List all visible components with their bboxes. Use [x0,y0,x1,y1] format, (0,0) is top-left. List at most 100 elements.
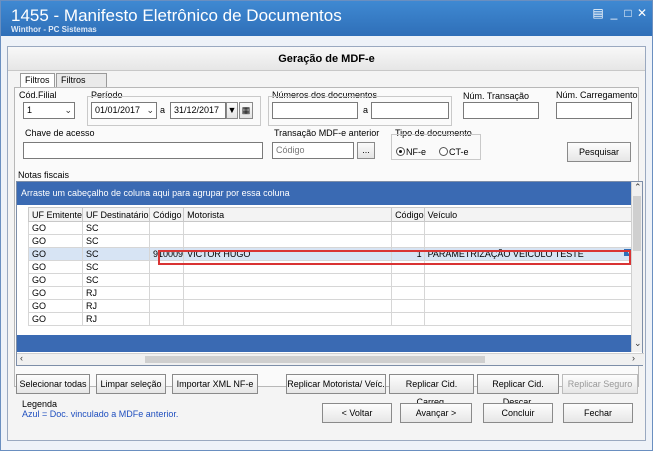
replicar-motorista-button[interactable]: Replicar Motorista/ Veíc. [286,374,386,394]
chevron-down-icon[interactable]: ⌄ [64,103,72,118]
selecionar-todas-button[interactable]: Selecionar todas [16,374,90,394]
numero-doc-inicio-input[interactable] [272,102,358,119]
col-codigo-motorista[interactable]: Código [149,207,185,222]
table-cell[interactable]: GO [27,273,84,287]
tab-filtros-adicionais[interactable]: Filtros Adicionais [56,73,108,98]
table-cell[interactable]: 1 [391,247,425,261]
table-cell[interactable]: GO [27,260,84,274]
num-carregamento-input[interactable] [556,102,632,119]
replicar-seguro-button[interactable]: Replicar Seguro [562,374,638,394]
table-cell[interactable]: SC [82,247,151,261]
fechar-button[interactable]: Fechar [563,403,633,423]
scroll-left-icon[interactable]: ‹ [20,353,23,363]
table-cell[interactable]: GO [27,312,84,326]
col-veiculo[interactable]: Veículo [423,207,638,222]
search-lookup-button[interactable]: ... [357,142,375,159]
table-cell[interactable]: SC [82,260,151,274]
table-row[interactable]: GO RJ [27,286,638,300]
table-cell[interactable] [149,312,185,326]
table-row[interactable]: GO SC [27,221,638,235]
table-row[interactable]: GO SC [27,273,638,287]
table-cell[interactable]: VICTOR HUGO [183,247,393,261]
table-row[interactable]: GO RJ [27,312,638,326]
limpar-selecao-button[interactable]: Limpar seleção [96,374,166,394]
avancar-button[interactable]: Avançar > [400,403,472,423]
close-icon[interactable]: ✕ [634,6,650,20]
table-cell[interactable] [423,221,638,235]
table-cell[interactable]: SC [82,273,151,287]
radio-nfe[interactable]: NF-e [396,146,426,158]
table-row[interactable]: GO SC 910009 VICTOR HUGO 1 PARAMETRIZAÇÃO VEI… [27,247,638,261]
table-cell[interactable] [149,221,185,235]
table-cell[interactable] [391,221,425,235]
col-motorista[interactable]: Motorista [183,207,393,222]
table-cell[interactable] [423,299,638,313]
table-cell[interactable] [423,312,638,326]
table-cell[interactable] [423,273,638,287]
numero-doc-fim-input[interactable] [371,102,449,119]
vertical-scroll-thumb[interactable] [633,196,641,251]
horizontal-scrollbar[interactable]: ‹ › [17,353,644,365]
table-cell[interactable]: GO [27,221,84,235]
table-cell[interactable] [183,221,393,235]
radio-cte[interactable]: CT-e [439,146,469,158]
data-inicio-field[interactable]: 01/01/2017 ⌄ [91,102,157,119]
table-cell[interactable]: 910009 [149,247,185,261]
concluir-button[interactable]: Concluir [483,403,553,423]
date-dropdown-icon[interactable]: ▼ [226,102,238,119]
table-cell[interactable] [391,299,425,313]
scroll-up-icon[interactable]: ⌃ [634,182,642,193]
table-cell[interactable] [423,260,638,274]
restore-icon[interactable]: ▤ [590,6,606,20]
table-cell[interactable] [391,260,425,274]
data-fim-field[interactable]: 31/12/2017 [170,102,226,119]
table-cell[interactable] [391,286,425,300]
replicar-cid-descar-button[interactable]: Replicar Cid. Descar. [477,374,559,407]
table-cell[interactable]: RJ [82,286,151,300]
transacao-mdfe-input[interactable]: Código [272,142,354,159]
col-codigo-veiculo[interactable]: Código [391,207,425,222]
table-cell[interactable] [423,234,638,248]
table-row[interactable]: GO SC [27,234,638,248]
table-cell[interactable] [149,273,185,287]
pesquisar-button[interactable]: Pesquisar [567,142,631,162]
table-row[interactable]: GO SC [27,260,638,274]
horizontal-scroll-thumb[interactable] [145,356,485,363]
table-cell[interactable]: GO [27,247,84,261]
importar-xml-button[interactable]: Importar XML NF-e [172,374,258,394]
table-cell[interactable]: GO [27,286,84,300]
table-cell[interactable] [149,260,185,274]
table-cell[interactable]: RJ [82,299,151,313]
col-uf-destinatario[interactable]: UF Destinatário [82,207,151,222]
table-cell[interactable] [391,312,425,326]
scroll-down-icon[interactable]: ⌄ [634,338,642,349]
col-uf-emitente[interactable]: UF Emitente [27,207,84,222]
table-cell[interactable] [183,260,393,274]
num-transacao-input[interactable] [463,102,539,119]
group-by-bar[interactable]: Arraste um cabeçalho de coluna aqui para… [17,182,632,205]
vertical-scrollbar[interactable]: ⌃ ⌄ [631,182,642,352]
voltar-button[interactable]: < Voltar [322,403,392,423]
table-cell[interactable]: PARAMETRIZAÇÃO VEICULO TESTE ▼ [423,247,638,261]
calendar-icon[interactable]: ▦ [239,102,253,119]
scroll-right-icon[interactable]: › [632,353,635,363]
table-cell[interactable]: SC [82,221,151,235]
table-cell[interactable] [149,286,185,300]
table-cell[interactable] [183,286,393,300]
chevron-down-icon[interactable]: ⌄ [146,103,154,118]
table-cell[interactable]: SC [82,234,151,248]
table-cell[interactable] [149,234,185,248]
table-cell[interactable] [183,299,393,313]
table-cell[interactable]: GO [27,234,84,248]
table-cell[interactable] [423,286,638,300]
table-cell[interactable] [149,299,185,313]
table-cell[interactable]: GO [27,299,84,313]
table-row[interactable]: GO RJ [27,299,638,313]
replicar-cid-carreg-button[interactable]: Replicar Cid. Carreg. [389,374,474,407]
table-cell[interactable] [391,234,425,248]
chave-acesso-input[interactable] [23,142,263,159]
table-cell[interactable] [183,273,393,287]
table-cell[interactable] [391,273,425,287]
cod-filial-select[interactable]: 1 ⌄ [23,102,75,119]
table-cell[interactable]: RJ [82,312,151,326]
